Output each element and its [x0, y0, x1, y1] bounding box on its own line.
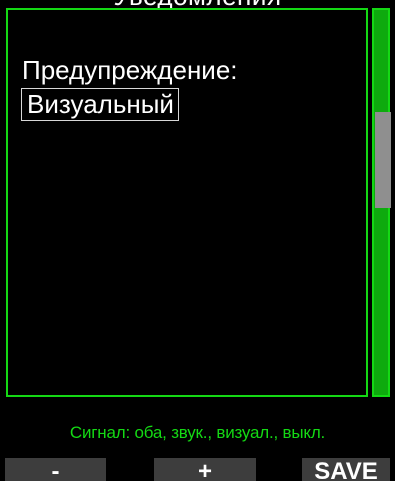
setting-value-selector[interactable]: Визуальный — [21, 88, 179, 121]
settings-panel: Предупреждение: Визуальный — [6, 8, 368, 397]
increase-button[interactable]: + — [154, 458, 256, 481]
setting-label: Предупреждение: — [22, 55, 238, 85]
softkey-bar: - + SAVE — [0, 458, 395, 481]
options-hint: Сигнал: оба, звук., визуал., выкл. — [69, 423, 326, 442]
save-button[interactable]: SAVE — [302, 458, 390, 481]
decrease-button[interactable]: - — [5, 458, 106, 481]
scrollbar-thumb[interactable] — [375, 112, 391, 208]
